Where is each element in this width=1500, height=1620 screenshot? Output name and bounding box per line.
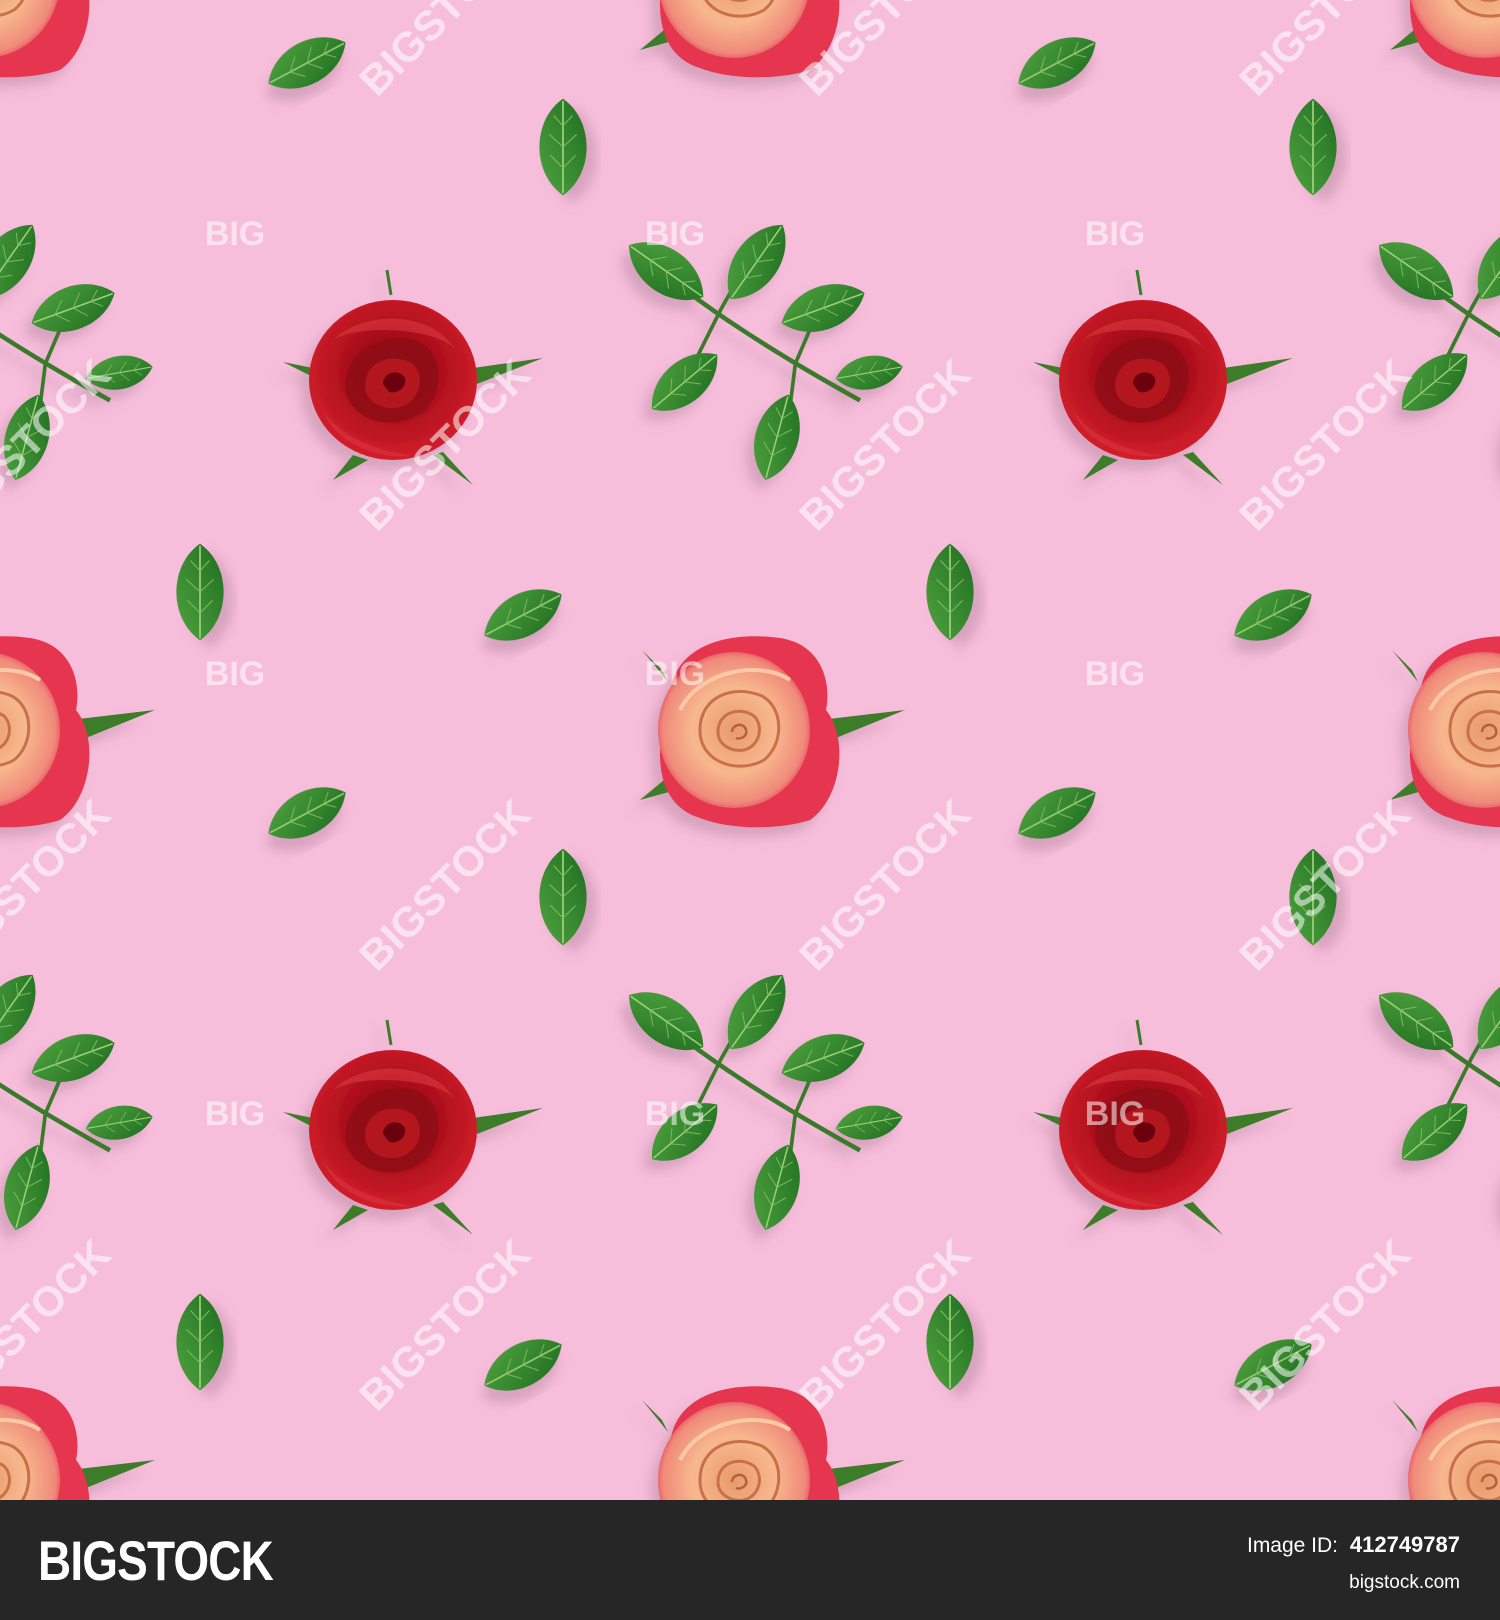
watermark-big: BIG (645, 1095, 705, 1133)
single-leaf (1223, 574, 1323, 656)
watermark-big: BIG (205, 655, 265, 693)
rose-pattern: BIGSTOCK BIGSTOCK BIGSTOCK BIGSTOCK BIGSTOCK… (0, 0, 1500, 1580)
red-rose (1031, 1018, 1295, 1237)
image-id-label: Image ID: (1246, 1534, 1339, 1557)
watermark-bigstock: BIGSTOCK (0, 350, 119, 539)
single-leaf (473, 1324, 573, 1406)
single-leaf (175, 1292, 225, 1392)
single-leaf (1007, 22, 1107, 104)
watermark-big: BIG (205, 1095, 265, 1133)
watermark-bigstock: BIGSTOCK (350, 1230, 539, 1419)
site-link[interactable]: bigstock.com (1349, 1572, 1460, 1594)
watermark-bigstock: BIGSTOCK (790, 790, 979, 979)
watermark-big: BIG (645, 215, 705, 253)
single-leaf (925, 542, 975, 642)
watermark-big: BIG (1085, 655, 1145, 693)
single-leaf (257, 22, 357, 104)
single-leaf (257, 772, 357, 854)
red-rose (281, 1018, 545, 1237)
footer-bar: BIGSTOCK Image ID: 412749787 bigstock.co… (0, 1500, 1500, 1620)
watermark-bigstock: BIGSTOCK (350, 0, 539, 104)
bigstock-logo[interactable]: BIGSTOCK (38, 1528, 274, 1593)
single-leaf (538, 847, 588, 947)
watermark-bigstock: BIGSTOCK (1230, 1230, 1419, 1419)
red-rose (1031, 268, 1295, 487)
single-leaf (538, 97, 588, 197)
peach-rose (1388, 0, 1500, 80)
single-leaf (473, 574, 573, 656)
leaf-sprig (0, 962, 156, 1235)
peach-rose (638, 1384, 907, 1580)
watermark-big: BIG (645, 655, 705, 693)
pattern-image: BIGSTOCK BIGSTOCK BIGSTOCK BIGSTOCK BIGSTOCK… (0, 0, 1500, 1580)
watermark-big: BIG (1085, 215, 1145, 253)
watermark-big: BIG (1085, 1095, 1145, 1133)
image-id-line: Image ID: 412749787 (1247, 1532, 1460, 1558)
leaf-sprig (1366, 212, 1500, 485)
leaf-sprig (1366, 962, 1500, 1235)
watermark-bigstock: BIGSTOCK (1230, 790, 1419, 979)
peach-rose (0, 1384, 157, 1580)
single-leaf (1007, 772, 1107, 854)
watermark-bigstock: BIGSTOCK (1230, 350, 1419, 539)
peach-rose (0, 0, 157, 80)
peach-rose (1388, 1384, 1500, 1580)
peach-rose (1388, 634, 1500, 830)
watermark-bigstock: BIGSTOCK (1230, 0, 1419, 104)
watermark-bigstock: BIGSTOCK (350, 790, 539, 979)
watermark-big: BIG (205, 215, 265, 253)
image-id: 412749787 (1349, 1532, 1460, 1557)
single-leaf (1288, 97, 1338, 197)
single-leaf (175, 542, 225, 642)
